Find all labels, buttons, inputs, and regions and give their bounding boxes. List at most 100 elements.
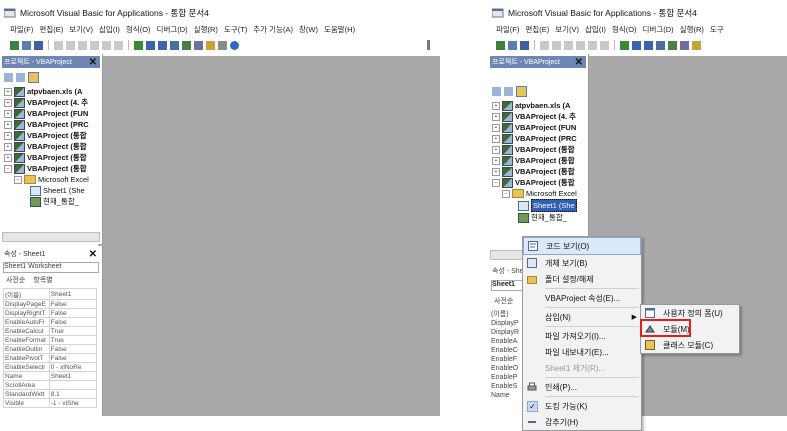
collapse-icon[interactable]: − xyxy=(502,189,510,198)
copy-icon[interactable] xyxy=(552,40,561,50)
cut-icon[interactable] xyxy=(540,40,549,50)
property-value[interactable]: False xyxy=(48,344,98,354)
run-icon[interactable] xyxy=(620,40,629,50)
paste-icon[interactable] xyxy=(564,40,573,50)
property-value[interactable]: True xyxy=(48,335,98,345)
redo-icon[interactable] xyxy=(114,40,123,50)
tree-item-thisworkbook[interactable]: 현재_통합_ xyxy=(492,212,577,223)
tree-item[interactable]: + VBAProject (통합 xyxy=(492,166,577,177)
object-browser-icon[interactable] xyxy=(206,40,215,50)
property-value[interactable]: Sheet1 xyxy=(48,288,98,300)
menu-item-view-object[interactable]: 개체 보기(B) xyxy=(523,255,641,271)
horizontal-scrollbar[interactable] xyxy=(2,232,100,242)
property-row[interactable]: DisplayPageE False xyxy=(3,299,98,309)
property-value[interactable]: -1 - xlShe xyxy=(48,398,98,408)
expand-icon[interactable]: + xyxy=(4,142,12,151)
view-object-icon[interactable] xyxy=(16,72,25,82)
property-value[interactable]: True xyxy=(48,326,98,336)
expand-icon[interactable]: + xyxy=(4,153,12,162)
menu-tools[interactable]: 도구(T) xyxy=(224,24,247,35)
tree-item-sheet1-selected[interactable]: Sheet1 (She xyxy=(492,199,577,212)
tree-item[interactable]: + VBAProject (통합 xyxy=(492,155,577,166)
property-value[interactable]: 8.1 xyxy=(48,389,98,399)
toggle-folders-icon[interactable] xyxy=(28,71,39,83)
expand-icon[interactable]: + xyxy=(492,145,500,154)
design-mode-icon[interactable] xyxy=(656,40,665,50)
menu-item-project-properties[interactable]: VBAProject 속성(E)... xyxy=(523,290,641,306)
tree-item[interactable]: + VBAProject (통합 xyxy=(4,152,89,163)
tree-item[interactable]: + VBAProject (PRC xyxy=(492,133,577,144)
copy-icon[interactable] xyxy=(66,40,75,50)
excel-view-icon[interactable] xyxy=(10,40,19,50)
insert-module-icon[interactable] xyxy=(508,40,517,50)
tree-item-folder[interactable]: − Microsoft Excel xyxy=(4,174,89,185)
property-name[interactable]: (이름) xyxy=(491,310,519,319)
save-icon[interactable] xyxy=(520,40,529,50)
tab-alphabetic[interactable]: 사전순 xyxy=(6,277,25,284)
tree-item[interactable]: + VBAProject (PRC xyxy=(4,119,89,130)
expand-icon[interactable]: + xyxy=(492,156,500,165)
tree-item[interactable]: + VBAProject (통합 xyxy=(4,130,89,141)
property-value[interactable]: False xyxy=(48,317,98,327)
help-icon[interactable] xyxy=(230,40,239,50)
property-name[interactable]: DisplayP xyxy=(491,319,519,328)
tree-item[interactable]: + VBAProject (통합 xyxy=(4,141,89,152)
property-row[interactable]: Visible -1 - xlShe xyxy=(3,398,98,408)
expand-icon[interactable]: + xyxy=(492,123,500,132)
tree-item[interactable]: + atpvbaen.xls (A xyxy=(492,100,577,111)
run-icon[interactable] xyxy=(134,40,143,50)
break-icon[interactable] xyxy=(146,40,155,50)
property-name[interactable]: EnableP xyxy=(491,373,519,382)
tree-item[interactable]: + VBAProject (4. 추 xyxy=(492,111,577,122)
tab-alphabetic[interactable]: 사전순 xyxy=(494,296,513,306)
tree-item[interactable]: − VBAProject (통합 xyxy=(4,163,89,174)
property-row[interactable]: EnableOutlin False xyxy=(3,344,98,354)
property-row[interactable]: StandardWidt 8.1 xyxy=(3,389,98,399)
menu-format[interactable]: 형식(O) xyxy=(612,24,637,35)
menu-item-insert[interactable]: 삽입(N) ▶ xyxy=(523,309,641,325)
property-row[interactable]: (이름) Sheet1 xyxy=(3,288,98,300)
view-code-icon[interactable] xyxy=(4,72,13,82)
menu-insert[interactable]: 삽입(I) xyxy=(99,24,120,35)
find-icon[interactable] xyxy=(576,40,585,50)
menu-edit[interactable]: 편집(E) xyxy=(525,24,549,35)
expand-icon[interactable]: + xyxy=(4,87,12,96)
menu-debug[interactable]: 디버그(D) xyxy=(157,24,188,35)
menu-item-import-file[interactable]: 파일 가져오기(I)... xyxy=(523,328,641,344)
break-icon[interactable] xyxy=(632,40,641,50)
property-value[interactable] xyxy=(48,380,98,390)
expand-icon[interactable]: + xyxy=(4,120,12,129)
save-icon[interactable] xyxy=(34,40,43,50)
paste-icon[interactable] xyxy=(78,40,87,50)
property-row[interactable]: EnableCalcul True xyxy=(3,326,98,336)
expand-icon[interactable]: + xyxy=(492,101,500,110)
toolbox-icon[interactable] xyxy=(218,40,227,50)
menu-view[interactable]: 보기(V) xyxy=(555,24,579,35)
property-row[interactable]: EnablePivotT False xyxy=(3,353,98,363)
toggle-folders-icon[interactable] xyxy=(516,85,527,97)
property-value[interactable]: Sheet1 xyxy=(48,371,98,381)
tree-item[interactable]: + atpvbaen.xls (A xyxy=(4,86,89,97)
close-icon[interactable]: ✕ xyxy=(575,57,583,68)
property-value[interactable]: False xyxy=(48,299,98,309)
tree-item[interactable]: + VBAProject (FUN xyxy=(492,122,577,133)
collapse-icon[interactable]: − xyxy=(14,175,22,184)
tree-item[interactable]: + VBAProject (FUN xyxy=(4,108,89,119)
object-browser-icon[interactable] xyxy=(692,40,701,50)
menu-view[interactable]: 보기(V) xyxy=(69,24,93,35)
undo-icon[interactable] xyxy=(588,40,597,50)
property-row[interactable]: ScrollArea xyxy=(3,380,98,390)
view-object-icon[interactable] xyxy=(504,86,513,96)
view-code-icon[interactable] xyxy=(492,86,501,96)
property-name[interactable]: DisplayR xyxy=(491,328,519,337)
expand-icon[interactable]: + xyxy=(492,112,500,121)
tab-categorized[interactable]: 항목별 xyxy=(33,277,52,284)
property-row[interactable]: EnableAutoFi False xyxy=(3,317,98,327)
menu-item-toggle-folders[interactable]: 폴더 설정/해제 xyxy=(523,271,641,287)
property-name[interactable]: Name xyxy=(491,391,519,400)
property-name[interactable]: EnableS xyxy=(491,382,519,391)
reset-icon[interactable] xyxy=(644,40,653,50)
menu-format[interactable]: 형식(O) xyxy=(126,24,151,35)
menu-debug[interactable]: 디버그(D) xyxy=(643,24,674,35)
collapse-icon[interactable]: − xyxy=(4,164,12,173)
